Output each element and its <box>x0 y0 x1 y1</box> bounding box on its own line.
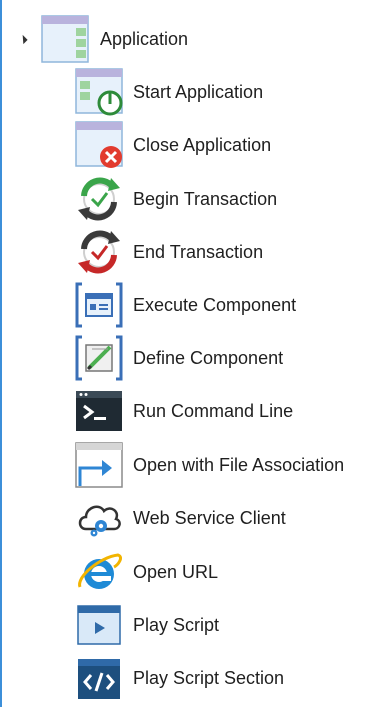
tree-item-begin-transaction[interactable]: Begin Transaction <box>2 176 372 222</box>
end-transaction-icon <box>78 230 120 274</box>
tree-item-label: Run Command Line <box>133 400 294 421</box>
tree-item-label: Web Service Client <box>133 507 286 528</box>
tree-item-run-command-line[interactable]: Run Command Line <box>2 388 372 434</box>
tree-item-open-file-association[interactable]: Open with File Association <box>2 442 372 488</box>
tree-item-play-script[interactable]: Play Script <box>2 602 372 648</box>
tree-item-label: Begin Transaction <box>133 188 278 209</box>
play-script-icon <box>77 605 121 645</box>
tree-item-label: Start Application <box>133 81 264 102</box>
begin-transaction-icon <box>78 177 120 221</box>
tree-item-label: End Transaction <box>133 241 264 262</box>
tree-node-label: Application <box>100 28 189 49</box>
tree-item-close-application[interactable]: Close Application <box>2 121 372 168</box>
application-icon <box>41 15 89 63</box>
tree-item-label: Define Component <box>133 347 284 368</box>
tree-item-web-service-client[interactable]: Web Service Client <box>2 495 372 541</box>
tree-item-label: Open URL <box>133 561 219 582</box>
script-section-icon <box>78 659 120 699</box>
tree-panel: Application Start Application Close Appl… <box>0 0 373 707</box>
start-application-icon <box>75 68 123 116</box>
browser-icon <box>78 553 122 589</box>
tree-node-application[interactable]: Application <box>2 15 372 63</box>
tree-item-label: Play Script <box>133 614 220 635</box>
command-line-icon <box>76 391 122 431</box>
tree-item-start-application[interactable]: Start Application <box>2 68 372 116</box>
file-association-icon <box>75 442 123 488</box>
tree-item-label: Execute Component <box>133 294 297 315</box>
tree-item-label: Open with File Association <box>133 454 345 475</box>
define-component-icon <box>75 335 123 381</box>
tree-item-end-transaction[interactable]: End Transaction <box>2 229 372 275</box>
web-service-icon <box>78 505 121 537</box>
tree-item-open-url[interactable]: Open URL <box>2 549 372 595</box>
close-application-icon <box>75 121 123 168</box>
execute-component-icon <box>75 282 123 328</box>
tree-item-define-component[interactable]: Define Component <box>2 335 372 381</box>
tree-item-label: Close Application <box>133 134 272 155</box>
tree-item-execute-component[interactable]: Execute Component <box>2 282 372 328</box>
tree-item-label: Play Script Section <box>133 667 285 688</box>
tree-item-play-script-section[interactable]: Play Script Section <box>2 655 372 701</box>
